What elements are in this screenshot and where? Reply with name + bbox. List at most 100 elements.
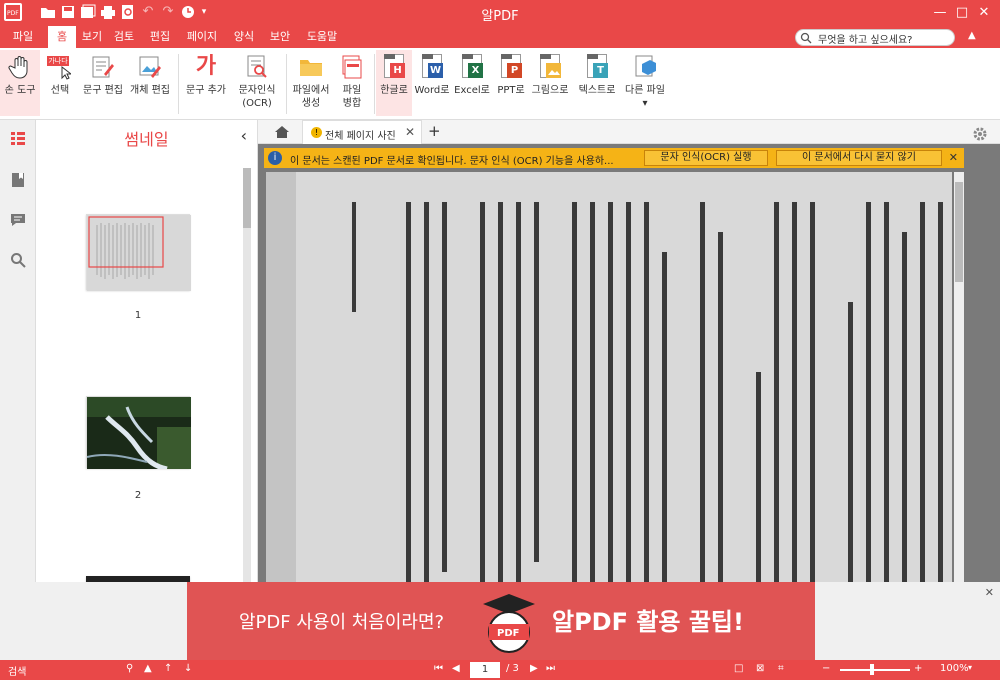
- ad-banner-area: 알PDF 사용이 처음이라면? PDF 알PDF 활용 꿀팁! ✕: [0, 582, 1000, 660]
- minimize-button[interactable]: —: [930, 3, 950, 23]
- tab-help[interactable]: 도움말: [300, 26, 344, 48]
- tab-form[interactable]: 양식: [228, 26, 260, 48]
- search-status-label[interactable]: 검색: [8, 663, 26, 678]
- collapse-ribbon-icon[interactable]: ▲: [968, 30, 976, 41]
- ocr-button[interactable]: 문자인식 (OCR): [232, 50, 282, 116]
- merge-files-label: 파일 병합: [342, 85, 362, 109]
- add-text-button[interactable]: 가 문구 추가: [184, 50, 228, 116]
- zoom-out-icon[interactable]: −: [822, 663, 830, 674]
- zoom-dropdown-icon[interactable]: ▾: [968, 663, 972, 672]
- ad-left-text: 알PDF 사용이 처음이라면?: [239, 612, 445, 633]
- edit-object-button[interactable]: 개체 편집: [128, 50, 172, 116]
- hand-icon: [8, 56, 28, 79]
- close-button[interactable]: ✕: [974, 3, 994, 23]
- convert-to-ppt-label: PPT로: [497, 85, 525, 96]
- scroll-up-icon[interactable]: ↑: [164, 663, 172, 674]
- window-title: 알PDF: [481, 9, 519, 24]
- ocr-notification-message: 이 문서는 스캔된 PDF 문서로 확인됩니다. 문자 인식 (OCR) 기능을…: [290, 156, 614, 167]
- convert-to-word-label: Word로: [414, 85, 450, 96]
- convert-to-hangul-label: 한글로: [380, 85, 408, 96]
- convert-to-image-button[interactable]: 그림으로: [530, 50, 570, 116]
- mascot-label: PDF: [497, 628, 519, 639]
- merge-files-button[interactable]: 파일 병합: [334, 50, 370, 116]
- thumbnail-page-1[interactable]: [86, 214, 191, 291]
- edit-text-button[interactable]: 문구 편집: [80, 50, 126, 116]
- edit-object-icon: [139, 56, 161, 78]
- tab-page[interactable]: 페이지: [182, 26, 222, 48]
- maximize-button[interactable]: □: [952, 3, 972, 23]
- tab-review[interactable]: 검토: [110, 26, 138, 48]
- run-ocr-button[interactable]: 문자 인식(OCR) 실행: [644, 150, 768, 166]
- comment-icon[interactable]: [10, 212, 26, 228]
- scroll-down-icon[interactable]: ↓: [184, 663, 192, 674]
- zoom-slider[interactable]: [840, 669, 910, 671]
- single-page-icon[interactable]: □: [734, 663, 743, 674]
- select-badge: 가나다: [47, 56, 69, 66]
- thumbnail-list-icon[interactable]: [10, 130, 26, 146]
- zoom-level[interactable]: 100%: [940, 663, 969, 674]
- zoom-in-icon[interactable]: +: [914, 663, 922, 674]
- ad-banner[interactable]: 알PDF 사용이 처음이라면? PDF 알PDF 활용 꿀팁!: [187, 582, 815, 660]
- ocr-label: 문자인식 (OCR): [238, 85, 276, 109]
- first-page-icon[interactable]: ⏮: [434, 663, 443, 674]
- convert-to-excel-button[interactable]: X Excel로: [454, 50, 490, 116]
- tab-edit[interactable]: 편집: [144, 26, 176, 48]
- convert-to-image-label: 그림으로: [531, 85, 569, 96]
- ocr-notification-bar: i 이 문서는 스캔된 PDF 문서로 확인됩니다. 문자 인식 (OCR) 기…: [264, 148, 964, 168]
- document-scrollbar-thumb[interactable]: [955, 182, 963, 282]
- thumbnail-panel: 썸네일 ‹ 1 2: [36, 120, 258, 660]
- prev-page-icon[interactable]: ◀: [452, 663, 460, 674]
- convert-to-text-button[interactable]: T 텍스트로: [574, 50, 620, 116]
- select-button[interactable]: 가나다 선택: [42, 50, 78, 116]
- zoom-slider-knob[interactable]: [870, 664, 874, 675]
- document-scrollbar[interactable]: [954, 172, 964, 592]
- collapse-panel-icon[interactable]: ‹: [241, 126, 247, 145]
- home-icon[interactable]: [274, 124, 290, 140]
- document-tab-bar: ! 전체 페이지 사진 ✕ +: [258, 120, 1000, 144]
- convert-to-other-button[interactable]: 다른 파일 ▾: [622, 50, 668, 116]
- close-tab-icon[interactable]: ✕: [405, 125, 415, 139]
- total-pages: / 3: [506, 663, 519, 674]
- add-text-icon: 가: [195, 54, 217, 79]
- tab-file[interactable]: 파일: [0, 26, 46, 48]
- tab-home[interactable]: 홈: [48, 26, 76, 48]
- ppt-file-icon: P: [498, 54, 524, 80]
- document-tab[interactable]: ! 전체 페이지 사진 ✕: [302, 120, 422, 144]
- convert-to-word-button[interactable]: W Word로: [414, 50, 450, 116]
- convert-to-hangul-button[interactable]: H 한글로: [376, 50, 412, 116]
- new-tab-icon[interactable]: +: [428, 122, 441, 140]
- last-page-icon[interactable]: ⏭: [546, 663, 555, 674]
- thumbnail-scrollbar-thumb[interactable]: [243, 168, 251, 228]
- hand-tool-button[interactable]: 손 도구: [0, 50, 40, 116]
- convert-to-ppt-button[interactable]: P PPT로: [494, 50, 528, 116]
- bookmark-icon[interactable]: [10, 172, 26, 188]
- search-icon[interactable]: ⚲: [126, 663, 133, 674]
- ribbon-separator: [178, 54, 179, 114]
- tab-security[interactable]: 보안: [264, 26, 296, 48]
- info-icon: i: [268, 151, 282, 165]
- thumbnail-page-2[interactable]: [86, 396, 191, 472]
- page-number-input[interactable]: 1: [470, 662, 500, 678]
- prev-result-icon[interactable]: ▲: [144, 663, 152, 674]
- folder-icon: [300, 60, 322, 76]
- search-panel-icon[interactable]: [10, 252, 26, 268]
- edit-text-icon: [92, 56, 114, 78]
- close-ad-icon[interactable]: ✕: [985, 586, 994, 599]
- ribbon-toolbar: 손 도구 가나다 선택 문구 편집 개체 편집 가 문구 추가 문자인식 (OCR…: [0, 48, 1000, 120]
- next-page-icon[interactable]: ▶: [530, 663, 538, 674]
- fit-page-icon[interactable]: ⊠: [756, 663, 764, 674]
- search-input[interactable]: 무엇을 하고 싶으세요?: [818, 31, 912, 46]
- create-from-file-button[interactable]: 파일에서 생성: [290, 50, 332, 116]
- gear-icon[interactable]: [972, 126, 988, 142]
- other-file-icon: [635, 55, 656, 77]
- fit-width-icon[interactable]: ⌗: [778, 663, 784, 674]
- close-notification-icon[interactable]: ✕: [949, 151, 958, 164]
- dont-ask-again-button[interactable]: 이 문서에서 다시 묻지 않기: [776, 150, 942, 166]
- thumbnail-scrollbar[interactable]: [243, 168, 251, 588]
- create-from-file-label: 파일에서 생성: [292, 85, 330, 109]
- search-box[interactable]: 무엇을 하고 싶으세요?: [795, 29, 955, 46]
- convert-to-excel-label: Excel로: [454, 85, 490, 96]
- status-bar: 검색 ⚲ ▲ ↑ ↓ ⏮ ◀ 1 / 3 ▶ ⏭ □ ⊠ ⌗ − + 100% …: [0, 660, 1000, 680]
- convert-to-text-label: 텍스트로: [578, 85, 616, 96]
- tab-view[interactable]: 보기: [78, 26, 106, 48]
